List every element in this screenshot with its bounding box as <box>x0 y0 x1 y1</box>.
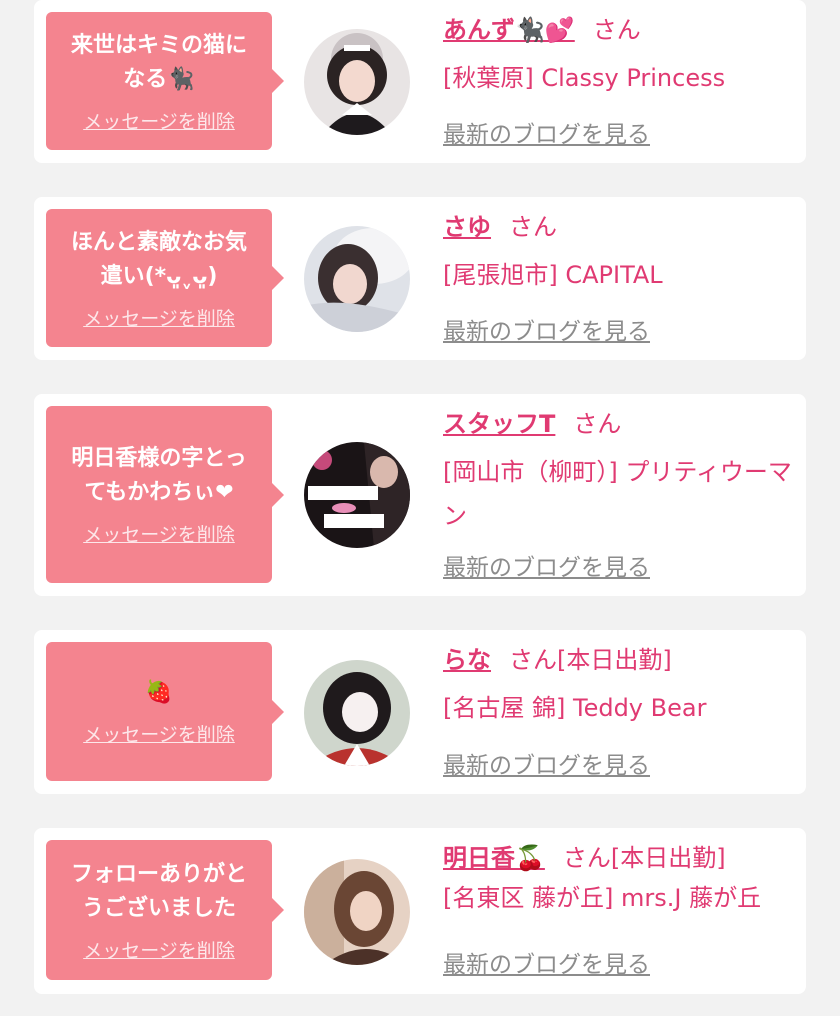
message-text: 明日香様の字とっ てもかわちぃ❤ <box>71 446 247 505</box>
name-line: スタッフT さん <box>443 408 798 440</box>
pretty-woman-logo-icon <box>304 442 410 548</box>
delete-message-link[interactable]: メッセージを削除 <box>83 304 235 331</box>
name-line: らな さん[本日出勤] <box>443 644 798 676</box>
message-text: 🍓 <box>145 680 173 705</box>
sender-info: 明日香🍒 さん[本日出勤] [名東区 藤が丘] mrs.J 藤が丘 <box>443 842 798 920</box>
delete-message-link[interactable]: メッセージを削除 <box>83 520 235 547</box>
latest-blog-link[interactable]: 最新のブログを見る <box>443 746 650 780</box>
sender-name-link[interactable]: 明日香🍒 <box>443 844 545 872</box>
avatar[interactable] <box>304 29 410 135</box>
name-line: あんず🐈‍⬛💕 さん <box>443 14 798 46</box>
avatar[interactable] <box>304 442 410 548</box>
shop-name: [名古屋 錦] Teddy Bear <box>443 694 707 722</box>
message-card: 来世はキミの猫に なる🐈‍⬛ メッセージを削除 あんず🐈‍⬛💕 さん [秋葉原] … <box>34 0 806 163</box>
girl-pillow-photo-icon <box>304 226 410 332</box>
message-bubble: フォローありがと うございました メッセージを削除 <box>46 840 284 980</box>
sender-name-link[interactable]: らな <box>443 646 491 674</box>
woman-portrait-photo-icon <box>304 859 410 965</box>
status-badge: [本日出勤] <box>557 646 672 674</box>
shop-name: [名東区 藤が丘] mrs.J 藤が丘 <box>443 884 762 912</box>
message-text: ほんと素敵なお気 遣い(*ᴗ͈ˬᴗ͈) <box>70 229 247 289</box>
latest-blog-link[interactable]: 最新のブログを見る <box>443 548 650 582</box>
name-line: さゆ さん <box>443 211 798 243</box>
latest-blog-link[interactable]: 最新のブログを見る <box>443 312 650 346</box>
status-badge: [本日出勤] <box>610 844 726 872</box>
delete-message-link[interactable]: メッセージを削除 <box>83 107 235 134</box>
sender-info: らな さん[本日出勤] [名古屋 錦] Teddy Bear <box>443 644 798 730</box>
message-card: フォローありがと うございました メッセージを削除 明日香🍒 さん[本日出勤] [… <box>34 828 806 994</box>
message-bubble: ほんと素敵なお気 遣い(*ᴗ͈ˬᴗ͈) メッセージを削除 <box>46 209 284 347</box>
message-list: 来世はキミの猫に なる🐈‍⬛ メッセージを削除 あんず🐈‍⬛💕 さん [秋葉原] … <box>0 0 840 1016</box>
honorific: さん <box>562 844 611 872</box>
sender-info: スタッフT さん [岡山市（柳町）] プリティウーマン <box>443 408 798 538</box>
girl-selfie-photo-icon <box>304 660 410 766</box>
honorific: さん <box>509 213 557 241</box>
latest-blog-link[interactable]: 最新のブログを見る <box>443 115 650 149</box>
message-bubble: 🍓 メッセージを削除 <box>46 642 284 781</box>
sender-info: さゆ さん [尾張旭市] CAPITAL <box>443 211 798 297</box>
sender-name-link[interactable]: あんず🐈‍⬛💕 <box>443 16 575 44</box>
honorific: さん <box>592 16 641 44</box>
message-text: 来世はキミの猫に なる🐈‍⬛ <box>70 32 247 92</box>
name-line: 明日香🍒 さん[本日出勤] <box>443 842 798 874</box>
shop-name: [岡山市（柳町）] プリティウーマン <box>443 458 792 530</box>
avatar[interactable] <box>304 226 410 332</box>
maid-girl-photo-icon <box>304 29 410 135</box>
honorific: さん <box>509 646 557 674</box>
message-bubble: 来世はキミの猫に なる🐈‍⬛ メッセージを削除 <box>46 12 284 150</box>
sender-name-link[interactable]: さゆ <box>443 213 491 241</box>
message-card: 🍓 メッセージを削除 らな さん[本日出勤] [名古屋 錦] Teddy Bear… <box>34 630 806 794</box>
sender-info: あんず🐈‍⬛💕 さん [秋葉原] Classy Princess <box>443 14 798 100</box>
honorific: さん <box>573 410 622 438</box>
message-card: ほんと素敵なお気 遣い(*ᴗ͈ˬᴗ͈) メッセージを削除 さゆ さん [尾張旭市]… <box>34 197 806 360</box>
delete-message-link[interactable]: メッセージを削除 <box>83 936 235 963</box>
avatar[interactable] <box>304 660 410 766</box>
sender-name-link[interactable]: スタッフT <box>443 410 555 438</box>
message-card: 明日香様の字とっ てもかわちぃ❤ メッセージを削除 スタッフT さん [岡山市（柳… <box>34 394 806 596</box>
message-text: フォローありがと うございました <box>70 861 247 921</box>
avatar[interactable] <box>304 859 410 965</box>
latest-blog-link[interactable]: 最新のブログを見る <box>443 945 650 979</box>
message-bubble: 明日香様の字とっ てもかわちぃ❤ メッセージを削除 <box>46 406 284 583</box>
delete-message-link[interactable]: メッセージを削除 <box>83 720 235 747</box>
shop-name: [尾張旭市] CAPITAL <box>443 261 663 289</box>
shop-name: [秋葉原] Classy Princess <box>443 64 726 92</box>
